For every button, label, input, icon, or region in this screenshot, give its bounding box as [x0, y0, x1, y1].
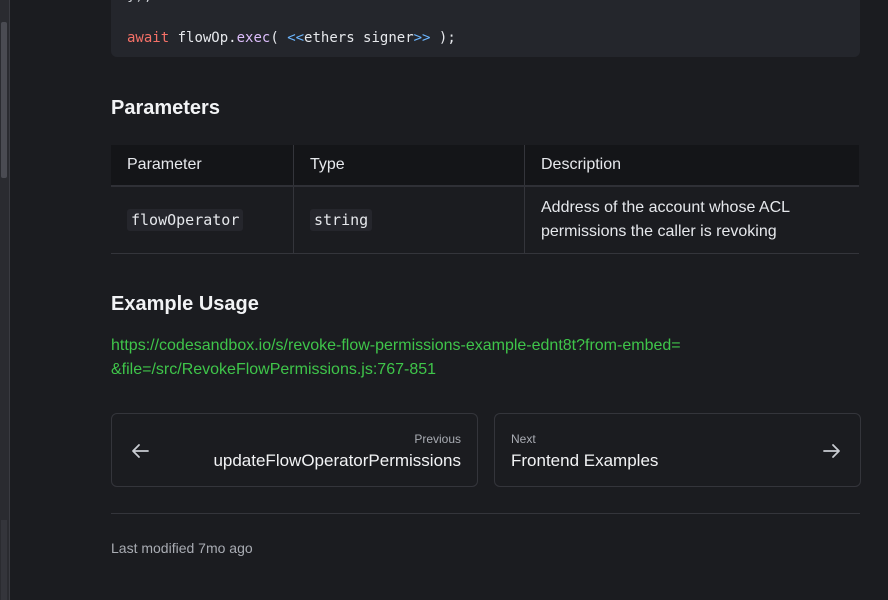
code-block: }); await flowOp.exec( <<ethers signer>>… [111, 0, 860, 57]
description-cell: Address of the account whose ACL permiss… [541, 199, 790, 240]
next-label: Next [511, 432, 536, 446]
type-cell: string [294, 187, 525, 253]
code-line-exec: await flowOp.exec( <<ethers signer>> ); [127, 30, 456, 46]
code-argument: ethers signer [304, 30, 414, 46]
previous-label: Previous [414, 432, 461, 446]
codesandbox-link[interactable]: https://codesandbox.io/s/revoke-flow-per… [111, 334, 691, 382]
parameters-table: Parameter Type Description flowOperator … [111, 145, 859, 254]
code-method: exec [236, 30, 271, 46]
column-header-parameter: Parameter [111, 145, 294, 185]
table-row: flowOperator string Address of the accou… [111, 187, 859, 254]
table-header-row: Parameter Type Description [111, 145, 859, 187]
next-page-title: Frontend Examples [511, 451, 659, 470]
code-dot: . [228, 30, 237, 46]
code-open-paren: ( [270, 30, 288, 46]
code-object: flowOp [177, 30, 229, 46]
code-line-partial: }); [127, 0, 152, 4]
previous-page-button[interactable]: Previous updateFlowOperatorPermissions [111, 413, 478, 487]
code-close-paren: ); [430, 30, 456, 46]
arrow-right-icon [823, 444, 840, 458]
example-usage-heading: Example Usage [111, 293, 259, 315]
parameters-heading: Parameters [111, 97, 220, 119]
code-lt: << [287, 30, 305, 46]
left-scrollbar-track[interactable] [0, 0, 10, 600]
parameter-name: flowOperator [127, 209, 244, 231]
column-header-type: Type [294, 145, 525, 185]
parameter-cell: flowOperator [111, 187, 294, 253]
arrow-left-icon [132, 444, 149, 458]
scrollbar-thumb[interactable] [1, 22, 7, 178]
next-page-button[interactable]: Next Frontend Examples [494, 413, 861, 487]
previous-page-title: updateFlowOperatorPermissions [213, 451, 461, 470]
code-await-keyword: await [127, 30, 170, 46]
last-modified-text: Last modified 7mo ago [111, 540, 253, 556]
parameter-type: string [310, 209, 373, 231]
column-header-description: Description [541, 156, 622, 173]
footer-divider [111, 513, 860, 514]
code-gt: >> [413, 30, 431, 46]
scrollbar-lower-segment [1, 520, 7, 600]
